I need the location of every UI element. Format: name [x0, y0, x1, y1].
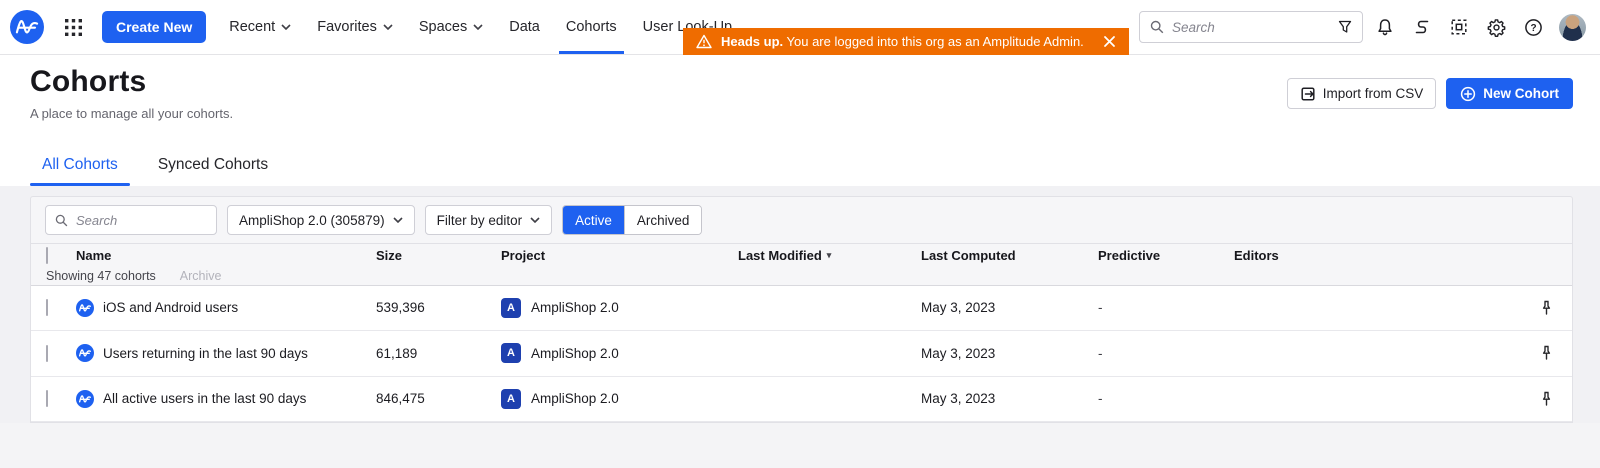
table-summary-row: Showing 47 cohorts Archive — [31, 267, 1572, 284]
project-badge: A — [501, 297, 521, 318]
cohort-tabs: All Cohorts Synced Cohorts — [0, 140, 1600, 186]
project-badge: A — [501, 343, 521, 364]
admin-warning-banner: Heads up. You are logged into this org a… — [683, 28, 1129, 55]
nav-item-spaces[interactable]: Spaces — [406, 0, 496, 54]
settings-gear-icon[interactable] — [1481, 12, 1511, 42]
cohort-search[interactable] — [45, 205, 217, 235]
column-header-name[interactable]: Name — [76, 248, 376, 263]
amplitude-logo-icon[interactable] — [10, 10, 44, 44]
cohort-size: 846,475 — [376, 391, 425, 407]
cohort-size: 61,189 — [376, 345, 418, 361]
search-filter-funnel-icon[interactable] — [1338, 20, 1352, 34]
banner-text: Heads up. You are logged into this org a… — [721, 34, 1084, 49]
project-badge: A — [501, 388, 521, 409]
column-header-editors[interactable]: Editors — [1234, 248, 1514, 263]
chevron-down-icon — [383, 24, 393, 30]
table-row[interactable]: All active users in the last 90 days 846… — [31, 376, 1572, 422]
pin-icon[interactable] — [1514, 391, 1554, 407]
search-icon — [1150, 20, 1164, 34]
predictive-value: - — [1098, 300, 1103, 316]
filter-toolbar: AmpliShop 2.0 (305879) Filter by editor … — [31, 197, 1572, 244]
column-header-last-computed[interactable]: Last Computed — [921, 248, 1098, 263]
cohort-name: iOS and Android users — [103, 300, 239, 316]
nav-item-data[interactable]: Data — [496, 0, 553, 54]
chevron-down-icon — [473, 24, 483, 30]
chevron-down-icon — [530, 217, 540, 223]
toggle-archived[interactable]: Archived — [623, 206, 702, 234]
cohort-count: Showing 47 cohorts — [46, 268, 156, 283]
table-row[interactable]: Users returning in the last 90 days 61,1… — [31, 331, 1572, 377]
toggle-active[interactable]: Active — [563, 206, 624, 234]
page-header: Cohorts A place to manage all your cohor… — [0, 55, 1600, 140]
archive-action[interactable]: Archive — [180, 269, 222, 283]
last-computed: May 3, 2023 — [921, 391, 996, 407]
user-avatar[interactable] — [1559, 13, 1586, 41]
cohort-amplitude-icon — [76, 389, 94, 408]
new-cohort-button[interactable]: New Cohort — [1446, 78, 1573, 109]
svg-text:?: ? — [1530, 23, 1536, 34]
last-computed: May 3, 2023 — [921, 300, 996, 316]
chevron-down-icon — [393, 217, 403, 223]
row-checkbox[interactable] — [46, 299, 48, 317]
cohort-amplitude-icon — [76, 298, 94, 317]
nav-item-cohorts[interactable]: Cohorts — [553, 0, 630, 54]
row-checkbox[interactable] — [46, 390, 48, 408]
notifications-bell-icon[interactable] — [1370, 12, 1400, 42]
cohort-name: Users returning in the last 90 days — [103, 345, 308, 361]
global-search[interactable] — [1139, 11, 1363, 43]
cohort-amplitude-icon — [76, 344, 94, 363]
table-row[interactable]: iOS and Android users 539,396 A AmpliSho… — [31, 285, 1572, 331]
select-all-checkbox[interactable] — [46, 247, 48, 265]
sort-desc-icon: ▾ — [826, 250, 832, 261]
nav-item-favorites[interactable]: Favorites — [304, 0, 406, 54]
column-header-project[interactable]: Project — [501, 248, 738, 263]
predictive-value: - — [1098, 391, 1103, 407]
plus-circle-icon — [1460, 86, 1476, 102]
column-header-size[interactable]: Size — [376, 248, 501, 263]
predictive-value: - — [1098, 345, 1103, 361]
main-nav: Recent Favorites Spaces Data Cohorts Use… — [216, 0, 745, 54]
banner-close-icon[interactable] — [1103, 35, 1116, 48]
cohort-name: All active users in the last 90 days — [103, 391, 307, 407]
cohort-size: 539,396 — [376, 300, 425, 316]
row-checkbox[interactable] — [46, 344, 48, 362]
select-region-icon[interactable] — [1444, 12, 1474, 42]
nav-item-recent[interactable]: Recent — [216, 0, 304, 54]
search-icon — [55, 214, 68, 227]
chevron-down-icon — [281, 24, 291, 30]
project-name: AmpliShop 2.0 — [531, 300, 619, 316]
create-new-button[interactable]: Create New — [102, 11, 207, 43]
last-computed: May 3, 2023 — [921, 345, 996, 361]
column-header-predictive[interactable]: Predictive — [1098, 248, 1234, 263]
global-search-input[interactable] — [1172, 19, 1330, 35]
status-toggle: Active Archived — [562, 205, 703, 235]
cohorts-panel: AmpliShop 2.0 (305879) Filter by editor … — [30, 196, 1573, 423]
pin-icon[interactable] — [1514, 300, 1554, 316]
import-icon — [1300, 86, 1316, 102]
page-title: Cohorts — [30, 65, 147, 98]
table-header-row: Name Size Project Last Modified ▾ Last C… — [31, 244, 1572, 267]
apps-grid-icon[interactable] — [58, 12, 88, 42]
table-body: iOS and Android users 539,396 A AmpliSho… — [31, 284, 1572, 422]
project-name: AmpliShop 2.0 — [531, 391, 619, 407]
editor-filter-dropdown[interactable]: Filter by editor — [424, 205, 553, 235]
import-from-csv-button[interactable]: Import from CSV — [1286, 78, 1437, 109]
page-subtitle: A place to manage all your cohorts. — [30, 106, 234, 121]
help-icon[interactable]: ? — [1518, 12, 1548, 42]
content-section: AmpliShop 2.0 (305879) Filter by editor … — [0, 186, 1600, 423]
column-header-last-modified[interactable]: Last Modified ▾ — [738, 248, 921, 263]
tab-synced-cohorts[interactable]: Synced Cohorts — [146, 156, 280, 186]
pin-icon[interactable] — [1514, 345, 1554, 361]
tab-all-cohorts[interactable]: All Cohorts — [30, 156, 130, 186]
project-dropdown[interactable]: AmpliShop 2.0 (305879) — [227, 205, 415, 235]
project-name: AmpliShop 2.0 — [531, 345, 619, 361]
warning-triangle-icon — [696, 34, 712, 49]
pathfinder-journeys-icon[interactable] — [1407, 12, 1437, 42]
cohort-search-input[interactable] — [76, 212, 207, 228]
